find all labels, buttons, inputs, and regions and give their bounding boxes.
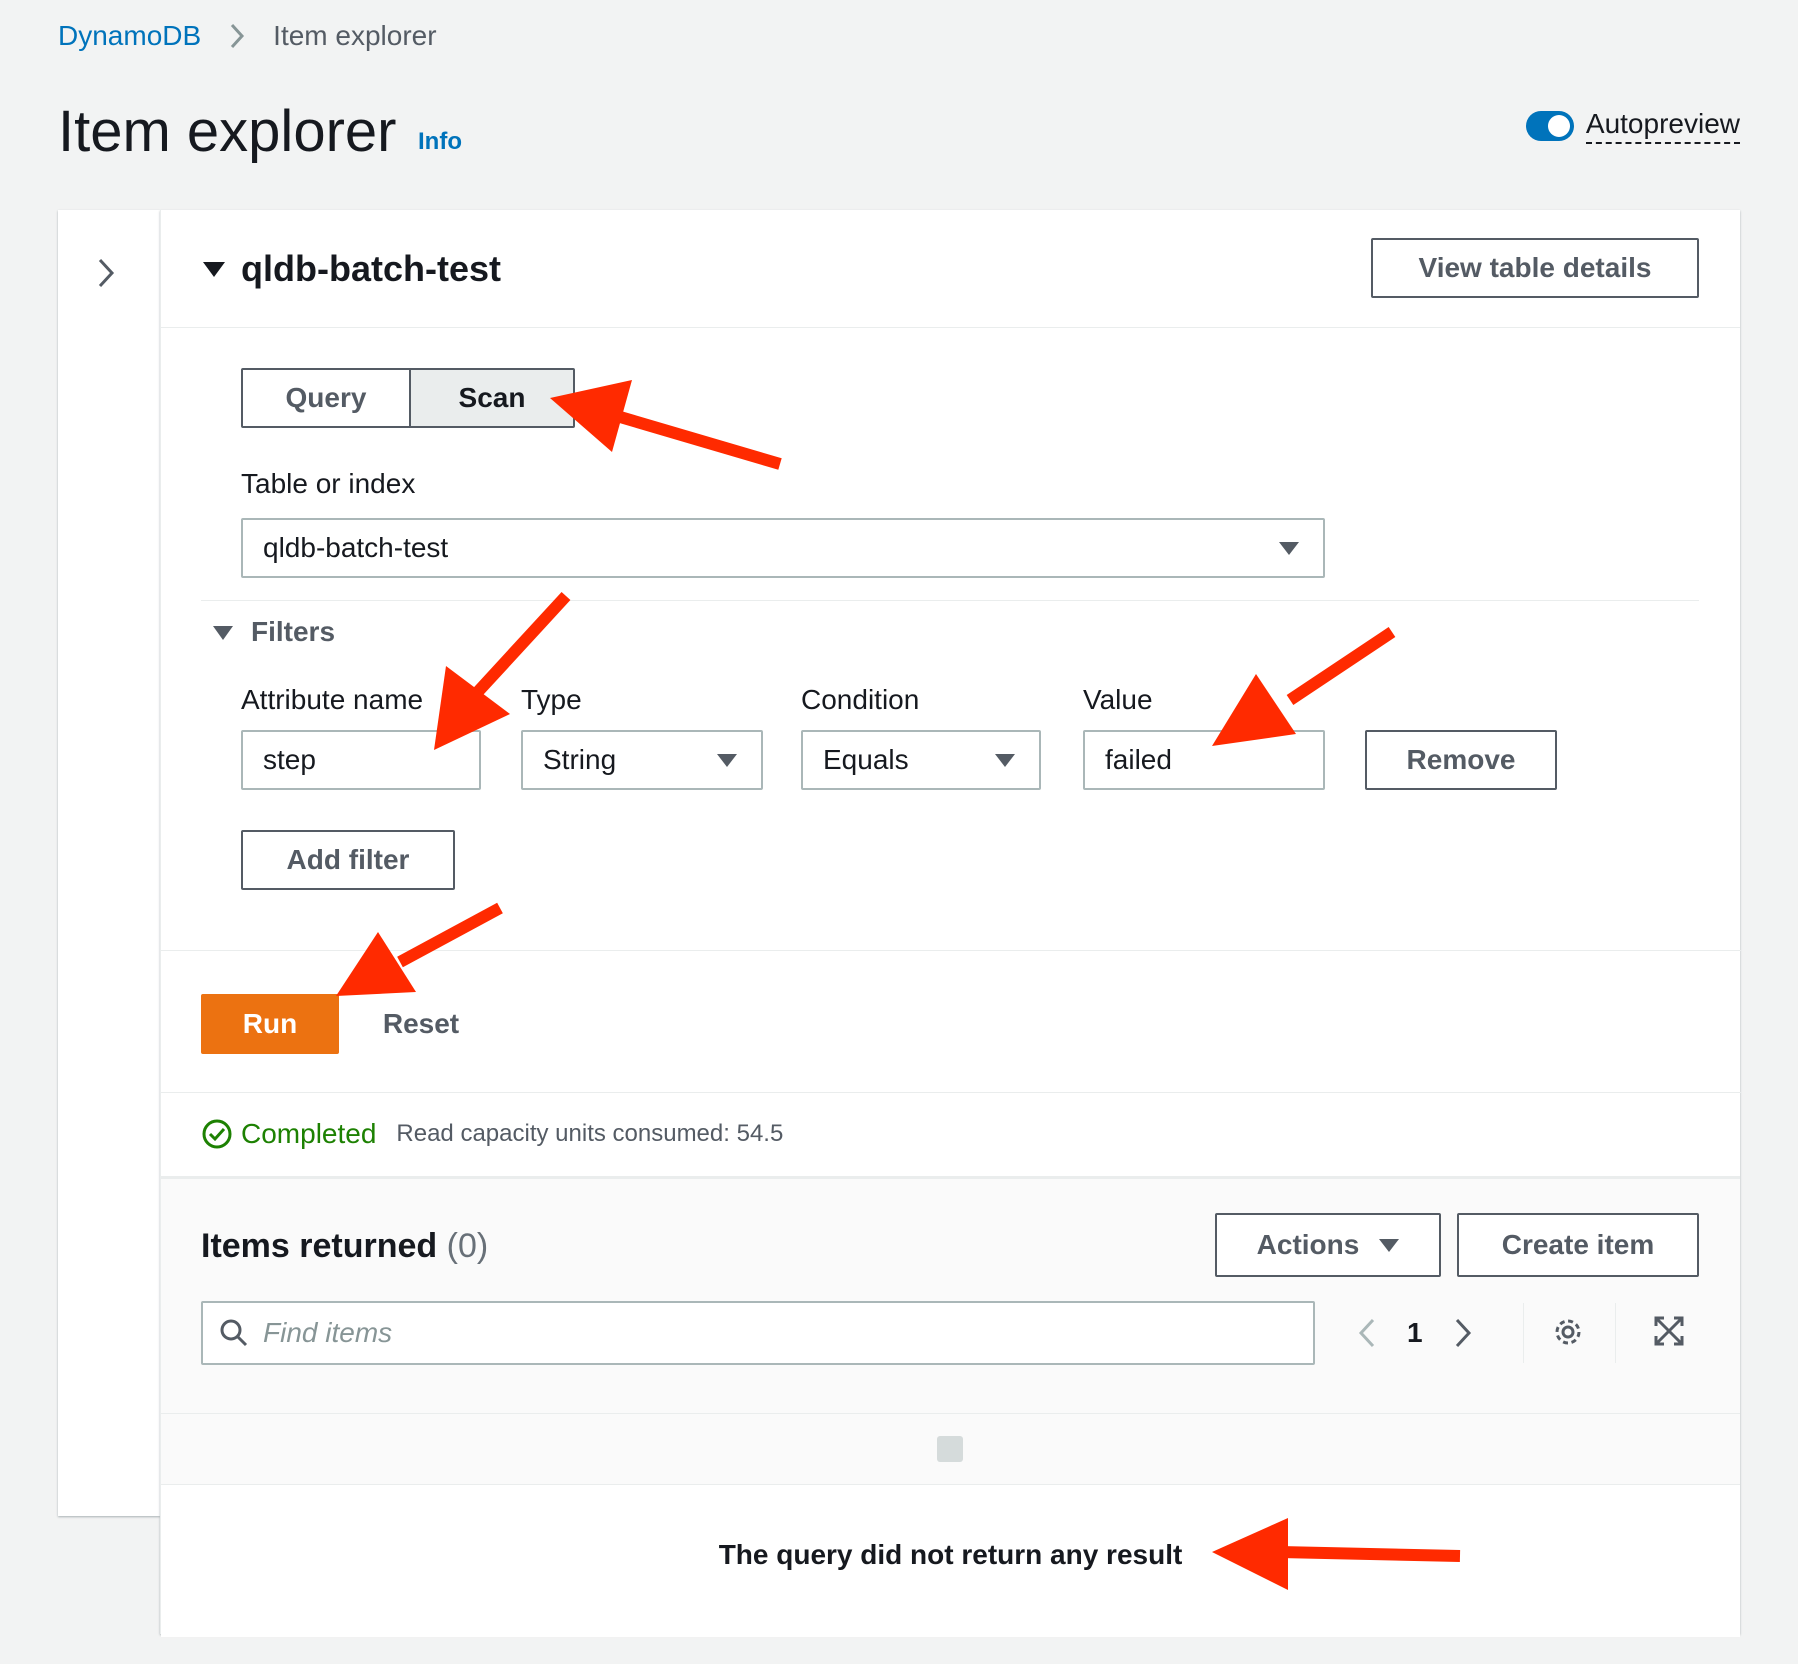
table-name-heading: qldb-batch-test: [241, 248, 501, 289]
chevron-right-icon[interactable]: [96, 256, 116, 290]
actions-dropdown-button[interactable]: Actions: [1215, 1213, 1441, 1277]
filters-toggle[interactable]: Filters: [251, 616, 335, 648]
results-table-header: [161, 1413, 1740, 1485]
divider: [161, 950, 1741, 951]
toggle-switch[interactable]: [1525, 111, 1574, 141]
scan-tab[interactable]: Scan: [409, 370, 573, 426]
caret-down-icon: [1279, 542, 1299, 555]
find-items-search[interactable]: [201, 1301, 1315, 1365]
add-filter-button[interactable]: Add filter: [241, 830, 455, 890]
filter-value-input[interactable]: failed: [1083, 730, 1325, 790]
view-table-details-button[interactable]: View table details: [1371, 238, 1699, 298]
pagination: 1: [1357, 1301, 1473, 1365]
items-returned-heading: Items returned (0): [201, 1227, 488, 1266]
items-count: (0): [446, 1227, 489, 1265]
remove-filter-button[interactable]: Remove: [1365, 730, 1557, 790]
scan-query-panel: qldb-batch-test View table details Query…: [160, 210, 1741, 1637]
results-empty-state: The query did not return any result: [161, 1485, 1740, 1637]
read-capacity-text: Read capacity units consumed: 54.5: [396, 1120, 784, 1147]
gear-icon[interactable]: [1551, 1315, 1585, 1349]
panel-header: qldb-batch-test View table details: [161, 210, 1740, 328]
value-label: Value: [1083, 684, 1153, 715]
page-title: Item explorer: [58, 99, 397, 164]
caret-down-icon: [995, 754, 1015, 767]
chevron-left-icon[interactable]: [1357, 1316, 1377, 1350]
type-value: String: [543, 744, 617, 775]
table-or-index-value: qldb-batch-test: [263, 532, 449, 563]
select-all-checkbox: [937, 1436, 963, 1462]
divider: [201, 600, 1699, 601]
find-items-input[interactable]: [263, 1317, 1263, 1349]
chevron-right-icon: [229, 22, 245, 50]
separator: [1523, 1303, 1524, 1363]
caret-down-icon: [717, 754, 737, 767]
breadcrumb-dynamodb-link[interactable]: DynamoDB: [58, 20, 201, 52]
create-item-button[interactable]: Create item: [1457, 1213, 1699, 1277]
toggle-knob: [1547, 115, 1570, 137]
check-circle-icon: [201, 1118, 233, 1150]
status-completed: Completed: [241, 1118, 377, 1149]
condition-label: Condition: [801, 684, 920, 715]
empty-result-message: The query did not return any result: [718, 1539, 1183, 1570]
condition-select[interactable]: Equals: [801, 730, 1041, 790]
breadcrumb: DynamoDB Item explorer: [58, 20, 437, 52]
attribute-name-input[interactable]: step: [241, 730, 481, 790]
caret-down-icon: [1379, 1238, 1400, 1252]
tables-side-panel: [58, 210, 160, 1516]
autopreview-toggle[interactable]: Autopreview: [1525, 108, 1740, 144]
info-link[interactable]: Info: [418, 128, 462, 156]
query-scan-segmented-control: Query Scan: [241, 368, 575, 428]
expand-icon[interactable]: [1653, 1315, 1685, 1347]
caret-down-icon[interactable]: [213, 626, 233, 640]
divider: [161, 1092, 1741, 1093]
table-or-index-select[interactable]: qldb-batch-test: [241, 518, 1325, 578]
scan-status: Completed Read capacity units consumed: …: [201, 1118, 783, 1150]
type-label: Type: [521, 684, 582, 715]
run-button[interactable]: Run: [201, 994, 339, 1054]
query-tab[interactable]: Query: [243, 370, 409, 426]
chevron-right-icon[interactable]: [1453, 1316, 1473, 1350]
separator: [1615, 1303, 1616, 1363]
caret-down-icon[interactable]: [203, 262, 225, 277]
items-returned-title: Items returned: [201, 1227, 438, 1265]
type-select[interactable]: String: [521, 730, 763, 790]
breadcrumb-current: Item explorer: [273, 20, 437, 51]
items-returned-section: Items returned (0) Actions Create item 1: [161, 1176, 1740, 1637]
autopreview-label[interactable]: Autopreview: [1585, 108, 1740, 144]
condition-value: Equals: [823, 744, 909, 775]
table-or-index-label: Table or index: [241, 468, 416, 499]
reset-button[interactable]: Reset: [361, 994, 481, 1054]
actions-label: Actions: [1256, 1229, 1360, 1260]
attribute-name-label: Attribute name: [241, 684, 424, 715]
current-page-number[interactable]: 1: [1407, 1317, 1423, 1349]
search-icon: [219, 1318, 249, 1348]
item-explorer-page: DynamoDB Item explorer Item explorer Inf…: [0, 0, 1798, 1664]
